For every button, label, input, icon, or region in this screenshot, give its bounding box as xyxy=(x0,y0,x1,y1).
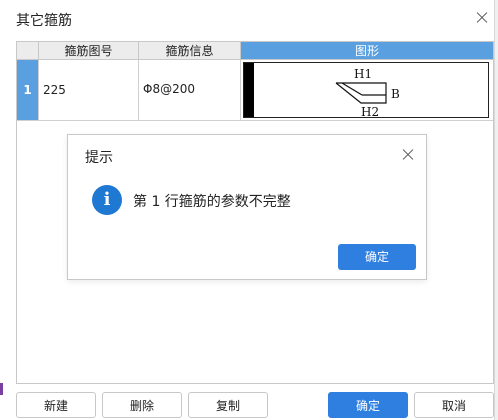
table-row[interactable]: 1 225 Φ8@200 H1 B H2 xyxy=(17,60,493,121)
edge-marker xyxy=(0,383,3,395)
stirrup-shape-preview: H1 B H2 xyxy=(243,62,489,119)
close-icon[interactable] xyxy=(472,8,492,28)
dialog-title: 提示 xyxy=(85,150,113,166)
delete-button[interactable]: 删除 xyxy=(102,392,182,418)
title-bar: 其它箍筋 xyxy=(0,0,494,38)
dialog-ok-button[interactable]: 确定 xyxy=(338,244,416,270)
cancel-button[interactable]: 取消 xyxy=(414,392,494,418)
new-button[interactable]: 新建 xyxy=(16,392,96,418)
cell-info[interactable]: Φ8@200 xyxy=(139,60,241,121)
copy-button[interactable]: 复制 xyxy=(188,392,268,418)
ok-button[interactable]: 确定 xyxy=(328,392,408,418)
prompt-dialog: 提示 i 第 1 行箍筋的参数不完整 确定 xyxy=(67,134,427,280)
shape-label-h1: H1 xyxy=(354,67,372,81)
close-icon[interactable] xyxy=(398,145,418,165)
header-shape[interactable]: 图形 xyxy=(241,42,493,60)
cell-shape[interactable]: H1 B H2 xyxy=(241,60,493,121)
header-info[interactable]: 箍筋信息 xyxy=(139,42,241,60)
row-index[interactable]: 1 xyxy=(17,60,39,121)
dialog-message: 第 1 行箍筋的参数不完整 xyxy=(133,194,291,210)
stirrup-shape-drawing: H1 B H2 xyxy=(335,67,400,119)
shape-label-b: B xyxy=(391,87,400,101)
window-right-border xyxy=(494,0,498,420)
left-edge xyxy=(0,0,3,420)
info-icon: i xyxy=(92,185,122,215)
header-figure-no[interactable]: 箍筋图号 xyxy=(39,42,139,60)
table-header: 箍筋图号 箍筋信息 图形 xyxy=(17,42,493,60)
cell-figure-no[interactable]: 225 xyxy=(39,60,139,121)
shape-label-h2: H2 xyxy=(361,105,379,119)
header-index xyxy=(17,42,39,60)
window-title: 其它箍筋 xyxy=(16,13,72,29)
